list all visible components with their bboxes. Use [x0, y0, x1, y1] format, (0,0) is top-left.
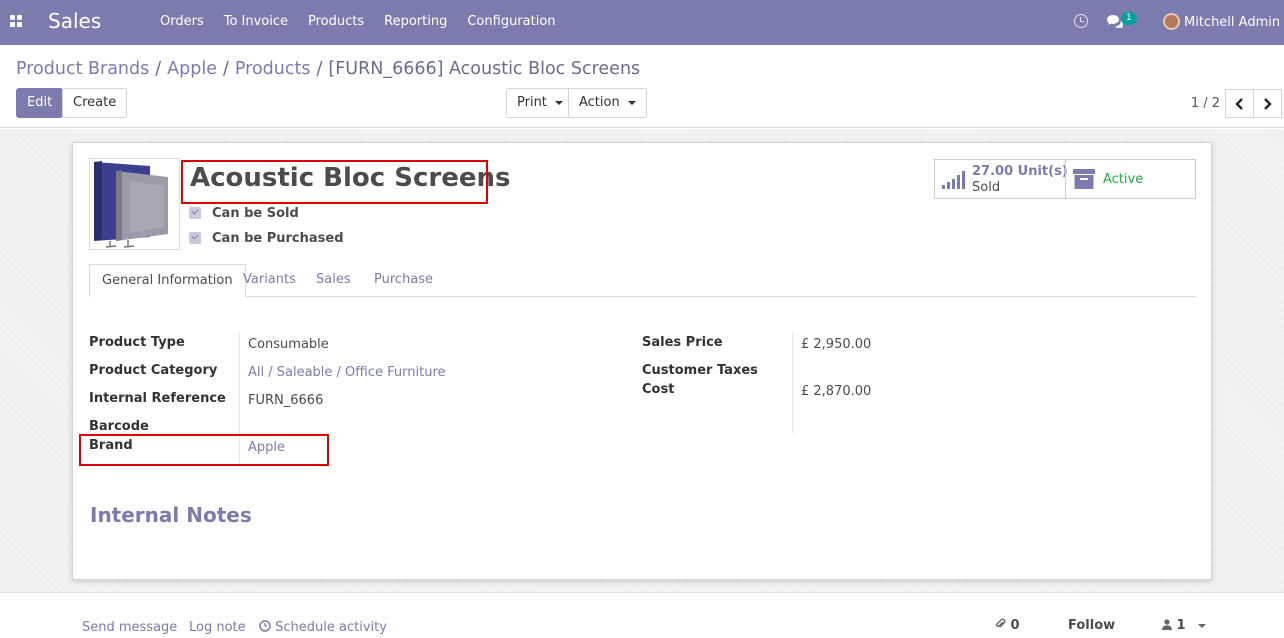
chatter: Send message Log note Schedule activity …	[0, 592, 1284, 638]
internal-reference-value: FURN_6666	[248, 393, 324, 408]
sold-unit: Unit(s)	[1017, 164, 1068, 179]
attachments-count: 0	[1010, 618, 1020, 633]
smart-buttons: 27.00 Unit(s) Sold Active	[934, 159, 1196, 199]
top-navbar: Sales Orders To Invoice Products Reporti…	[0, 0, 1284, 45]
action-label: Action	[579, 95, 620, 110]
chevron-right-icon	[1264, 98, 1272, 110]
follow-button[interactable]: Follow	[1068, 618, 1115, 633]
breadcrumb-separator: /	[316, 59, 323, 79]
activity-clock-icon[interactable]	[1074, 14, 1088, 28]
product-image[interactable]	[89, 158, 180, 250]
product-type-value: Consumable	[248, 337, 329, 352]
tab-purchase[interactable]: Purchase	[362, 264, 445, 297]
user-avatar[interactable]	[1163, 13, 1180, 30]
breadcrumb-product-brands[interactable]: Product Brands	[16, 59, 149, 79]
highlight-box-name	[181, 160, 488, 204]
caret-down-icon	[554, 100, 563, 105]
create-button[interactable]: Create	[62, 88, 128, 118]
user-menu[interactable]: Mitchell Admin	[1184, 15, 1280, 30]
active-smart-button[interactable]: Active	[1065, 160, 1195, 198]
send-message-button[interactable]: Send message	[82, 620, 177, 635]
schedule-activity-label: Schedule activity	[275, 620, 387, 635]
internal-notes-title: Internal Notes	[90, 503, 252, 527]
followers-dropdown[interactable]: 1	[1162, 618, 1207, 633]
main-menu: Orders To Invoice Products Reporting Con…	[150, 14, 566, 29]
menu-products[interactable]: Products	[298, 14, 374, 29]
archive-box-icon	[1073, 169, 1095, 189]
breadcrumb-apple[interactable]: Apple	[167, 59, 217, 79]
sales-price-label: Sales Price	[642, 335, 723, 350]
pager-value[interactable]: 1 / 2	[1191, 96, 1220, 111]
paperclip-icon	[995, 618, 1006, 628]
internal-reference-label: Internal Reference	[89, 391, 226, 406]
menu-configuration[interactable]: Configuration	[457, 14, 565, 29]
control-panel: Product Brands / Apple / Products / [FURN_6666…	[0, 45, 1284, 128]
form-view-background: Acoustic Bloc Screens Can be Sold Can be…	[0, 129, 1284, 592]
schedule-activity-button[interactable]: Schedule activity	[259, 620, 387, 635]
barcode-label: Barcode	[89, 419, 149, 434]
can-be-sold-checkbox[interactable]	[189, 207, 201, 219]
notebook-tabs: General Information Variants Sales Purch…	[89, 264, 1196, 297]
form-sheet: Acoustic Bloc Screens Can be Sold Can be…	[72, 142, 1212, 580]
breadcrumb-current: [FURN_6666] Acoustic Bloc Screens	[328, 59, 641, 79]
customer-taxes-label: Customer Taxes	[642, 363, 758, 378]
can-be-purchased-row: Can be Purchased	[189, 231, 344, 246]
cost-value: £ 2,870.00	[801, 384, 872, 399]
can-be-purchased-label: Can be Purchased	[212, 231, 344, 246]
menu-reporting[interactable]: Reporting	[374, 14, 457, 29]
log-note-button[interactable]: Log note	[189, 620, 246, 635]
acoustic-screen-image	[94, 161, 168, 248]
can-be-sold-label: Can be Sold	[212, 206, 299, 221]
breadcrumb-separator: /	[222, 59, 229, 79]
signal-chart-icon	[942, 171, 965, 189]
user-icon	[1162, 619, 1172, 630]
followers-count: 1	[1176, 618, 1186, 633]
pager-next-button[interactable]	[1253, 89, 1282, 118]
caret-down-icon	[627, 100, 636, 105]
breadcrumb-separator: /	[155, 59, 162, 79]
caret-down-icon	[1198, 623, 1207, 628]
attachments-button[interactable]: 0	[995, 618, 1020, 633]
tab-variants[interactable]: Variants	[231, 264, 308, 297]
can-be-purchased-checkbox[interactable]	[189, 232, 201, 244]
product-category-link[interactable]: All / Saleable / Office Furniture	[248, 365, 446, 380]
app-name[interactable]: Sales	[48, 9, 101, 33]
sold-qty: 27.00	[972, 164, 1014, 179]
active-label: Active	[1103, 172, 1144, 187]
sold-smart-button[interactable]: 27.00 Unit(s) Sold	[935, 160, 1068, 198]
product-type-label: Product Type	[89, 335, 185, 350]
pager-previous-button[interactable]	[1225, 89, 1254, 118]
edit-button[interactable]: Edit	[16, 88, 64, 118]
chevron-left-icon	[1235, 98, 1243, 110]
breadcrumb-products[interactable]: Products	[235, 59, 311, 79]
chat-count-badge: 1	[1121, 12, 1137, 25]
clock-icon	[259, 620, 271, 632]
menu-to-invoice[interactable]: To Invoice	[214, 14, 298, 29]
sold-label: Sold	[972, 180, 1001, 195]
field-divider	[792, 333, 793, 433]
can-be-sold-row: Can be Sold	[189, 206, 299, 221]
sold-value: 27.00 Unit(s)	[972, 164, 1068, 179]
sales-price-value: £ 2,950.00	[801, 337, 872, 352]
tab-general-information[interactable]: General Information	[89, 264, 246, 297]
action-dropdown[interactable]: Action	[568, 88, 647, 118]
tab-sales[interactable]: Sales	[304, 264, 363, 297]
apps-menu-icon[interactable]	[10, 15, 23, 28]
print-dropdown[interactable]: Print	[506, 88, 574, 118]
cost-label: Cost	[642, 382, 675, 397]
print-label: Print	[517, 95, 547, 110]
highlight-box-brand	[79, 434, 329, 466]
menu-orders[interactable]: Orders	[150, 14, 214, 29]
product-category-label: Product Category	[89, 363, 218, 378]
breadcrumb: Product Brands / Apple / Products / [FURN_6666…	[16, 59, 640, 79]
